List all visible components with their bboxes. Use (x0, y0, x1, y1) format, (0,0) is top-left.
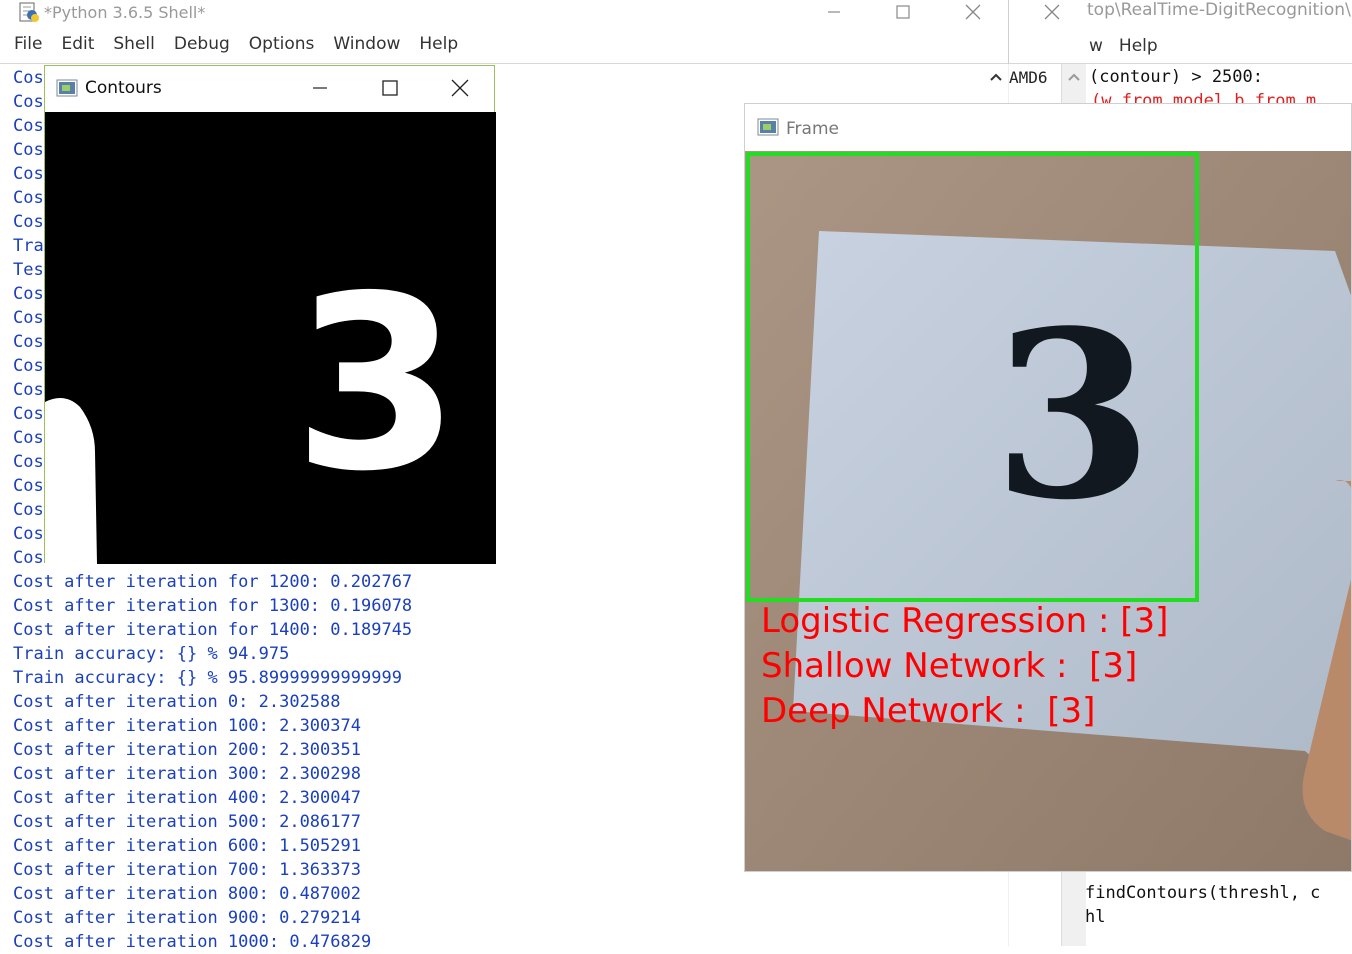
menu-shell[interactable]: Shell (113, 34, 154, 60)
output-line: Cost after iteration 500: 2.086177 (13, 812, 361, 832)
output-line: Cost after iteration for 1300: 0.196078 (13, 596, 413, 616)
output-fragment: Cos (13, 308, 44, 328)
output-fragment: Cos (13, 188, 44, 208)
code-line-bottom-2: hl (1085, 907, 1106, 927)
output-line: Cost after iteration for 1200: 0.202767 (13, 572, 413, 592)
frame-title: Frame (786, 119, 839, 139)
output-fragment: Cos (13, 500, 44, 520)
menu-edit[interactable]: Edit (61, 34, 94, 60)
editor-menubar: w Help (1089, 36, 1158, 56)
scroll-up-icon (1068, 73, 1080, 81)
output-fragment: Cos (13, 332, 44, 352)
output-fragment: Cos (13, 476, 44, 496)
output-fragment: Cos (13, 284, 44, 304)
camera-frame: 3 Logistic Regression : [3] Shallow Netw… (745, 151, 1351, 871)
code-line-1: (contour) > 2500: (1089, 67, 1263, 87)
output-line: Cost after iteration 0: 2.302588 (13, 692, 341, 712)
output-fragment: Cos (13, 68, 44, 88)
output-line: Cost after iteration 300: 2.300298 (13, 764, 361, 784)
maximize-icon (382, 80, 398, 96)
editor-close-button[interactable] (1029, 0, 1075, 24)
python-idle-icon (19, 2, 39, 22)
shell-maximize-button[interactable] (880, 0, 926, 24)
output-line: Cost after iteration 800: 0.487002 (13, 884, 361, 904)
menu-file[interactable]: File (14, 34, 42, 60)
minimize-icon (313, 87, 327, 89)
output-line: Cost after iteration 400: 2.300047 (13, 788, 361, 808)
output-fragment: Cos (13, 140, 44, 160)
contours-window: Contours 3 (44, 65, 496, 564)
output-fragment: Cos (13, 404, 44, 424)
close-icon (451, 79, 469, 97)
opencv-window-icon (56, 79, 78, 97)
output-fragment: Cos (13, 428, 44, 448)
contours-minimize-button[interactable] (297, 70, 343, 106)
code-line-bottom-1: findContours(threshl, c (1085, 883, 1321, 903)
minimize-icon (828, 11, 840, 13)
editor-title: top\RealTime-DigitRecognition\Di (1087, 0, 1352, 20)
contours-title: Contours (85, 78, 162, 98)
output-line: Train accuracy: {} % 94.975 (13, 644, 290, 664)
output-fragment: Cos (13, 164, 44, 184)
prediction-shallow: Shallow Network : [3] (761, 646, 1138, 686)
scroll-up-icon[interactable] (986, 68, 1006, 88)
output-fragment: Tra (13, 236, 44, 256)
shell-minimize-button[interactable] (811, 0, 857, 24)
prediction-deep: Deep Network : [3] (761, 691, 1096, 731)
output-line: Cost after iteration for 1400: 0.189745 (13, 620, 413, 640)
menu-window[interactable]: Window (333, 34, 400, 60)
output-fragment: Cos (13, 452, 44, 472)
maximize-icon (896, 5, 910, 19)
editor-menu-help[interactable]: Help (1119, 36, 1158, 56)
close-icon (965, 4, 981, 20)
menu-debug[interactable]: Debug (174, 34, 230, 60)
output-line: Cost after iteration 900: 0.279214 (13, 908, 361, 928)
output-line: Cost after iteration 1000: 0.476829 (13, 932, 372, 952)
opencv-window-icon (757, 118, 779, 136)
output-line: Cost after iteration 100: 2.300374 (13, 716, 361, 736)
output-fragment: Tes (13, 260, 44, 280)
shell-menubar: File Edit Shell Debug Options Window Hel… (14, 34, 1008, 60)
output-line: Train accuracy: {} % 95.89999999999999 (13, 668, 402, 688)
output-line: Cost after iteration 700: 1.363373 (13, 860, 361, 880)
frame-digit: 3 (993, 281, 1154, 551)
output-fragment: Cos (13, 380, 44, 400)
output-fragment: Cos (13, 356, 44, 376)
contours-maximize-button[interactable] (367, 70, 413, 106)
frame-window: Frame 3 Logistic Regression : [3] Shallo… (744, 103, 1352, 872)
output-line: Cost after iteration 600: 1.505291 (13, 836, 361, 856)
shell-close-button[interactable] (950, 0, 996, 24)
output-line: Cost after iteration 200: 2.300351 (13, 740, 361, 760)
output-fragment: Cos (13, 548, 44, 568)
menu-options[interactable]: Options (249, 34, 315, 60)
close-icon (1044, 4, 1060, 20)
threshold-image: 3 (45, 112, 496, 564)
output-fragment: Cos (13, 524, 44, 544)
output-fragment: Cos (13, 92, 44, 112)
shell-fragment: AMD6 (1009, 68, 1048, 87)
threshold-digit: 3 (293, 244, 460, 524)
output-fragment: Cos (13, 212, 44, 232)
prediction-logistic: Logistic Regression : [3] (761, 601, 1169, 641)
output-fragment: Cos (13, 116, 44, 136)
shell-title: *Python 3.6.5 Shell* (44, 2, 206, 22)
menu-help[interactable]: Help (419, 34, 458, 60)
editor-menu-window[interactable]: w (1089, 36, 1103, 56)
contours-close-button[interactable] (437, 70, 483, 106)
